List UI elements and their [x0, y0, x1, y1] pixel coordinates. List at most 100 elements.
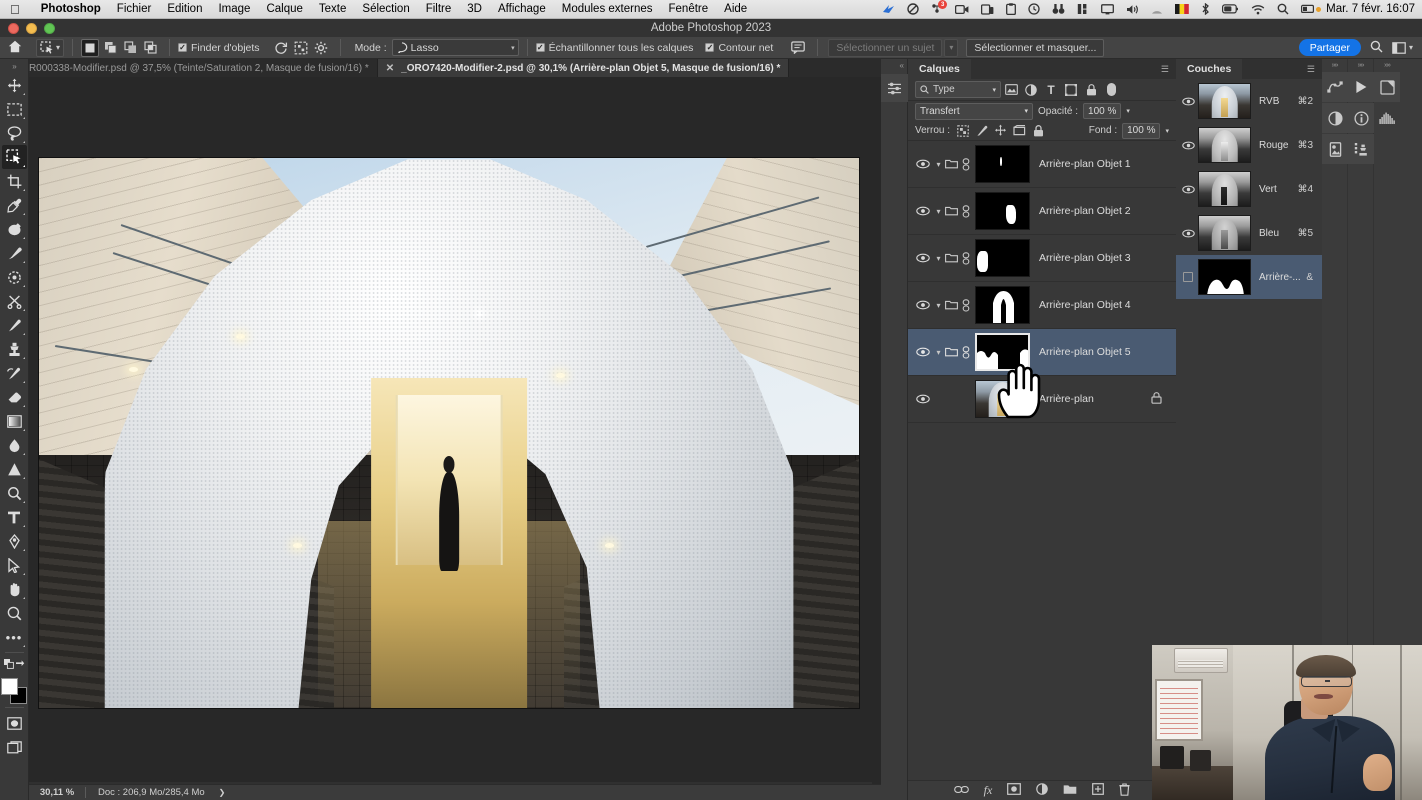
- brush-tool-icon[interactable]: [2, 241, 27, 265]
- eraser-tool-icon[interactable]: [2, 385, 27, 409]
- battery-icon[interactable]: [1222, 4, 1239, 14]
- tab-calques[interactable]: Calques: [908, 59, 971, 79]
- clone-source-panel-icon[interactable]: [1348, 134, 1374, 164]
- checkbox-box[interactable]: [178, 43, 188, 52]
- menu-bar-clock[interactable]: Mar. 7 févr. 16:07: [1326, 3, 1415, 15]
- layer-mask-thumbnail[interactable]: [975, 192, 1030, 230]
- layer-name[interactable]: Arrière-plan Objet 1: [1039, 158, 1131, 170]
- list-item[interactable]: Bleu ⌘5: [1176, 211, 1322, 255]
- menu-image[interactable]: Image: [210, 3, 258, 15]
- double-chevron-icon[interactable]: »»: [1348, 62, 1373, 72]
- panel-menu-icon[interactable]: ☰: [1307, 65, 1315, 74]
- eye-icon[interactable]: [913, 159, 933, 169]
- sample-all-layers-checkbox[interactable]: Échantillonner tous les calques: [535, 42, 693, 54]
- share-button[interactable]: Partager: [1298, 39, 1361, 56]
- layer-mask-thumbnail[interactable]: [975, 239, 1030, 277]
- move-tool-icon[interactable]: [2, 73, 27, 97]
- pen-tool-icon[interactable]: [2, 529, 27, 553]
- notifications-icon[interactable]: 3: [931, 0, 948, 15]
- image-filter-icon[interactable]: [1001, 81, 1021, 99]
- hard-edge-checkbox[interactable]: Contour net: [705, 42, 773, 54]
- zoom-tool-icon[interactable]: [2, 601, 27, 625]
- table-row[interactable]: ▾ Arrière-plan Objet 2: [908, 188, 1176, 235]
- document-tab-2[interactable]: ✕ _ORO7420-Modifier-2.psd @ 30,1% (Arriè…: [377, 59, 790, 77]
- chevron-down-icon[interactable]: ▾: [992, 86, 996, 94]
- menu-3d[interactable]: 3D: [459, 3, 490, 15]
- menu-affichage[interactable]: Affichage: [490, 3, 554, 15]
- binoculars-icon[interactable]: [1052, 3, 1065, 15]
- layer-name[interactable]: Arrière-plan Objet 5: [1039, 346, 1131, 358]
- patch-tool-icon[interactable]: [2, 265, 27, 289]
- double-chevron-icon[interactable]: »: [12, 61, 17, 73]
- fill-value[interactable]: 100 %: [1122, 122, 1161, 139]
- close-button[interactable]: [8, 23, 19, 34]
- opacity-value[interactable]: 100 %: [1083, 103, 1122, 119]
- history-brush-tool-icon[interactable]: [2, 361, 27, 385]
- rectangular-marquee-tool-icon[interactable]: [2, 97, 27, 121]
- menu-aide[interactable]: Aide: [716, 3, 755, 15]
- delete-layer-icon[interactable]: [1119, 782, 1130, 799]
- list-item[interactable]: Vert ⌘4: [1176, 167, 1322, 211]
- document-canvas-image[interactable]: [38, 157, 860, 709]
- table-row[interactable]: Arrière-plan: [908, 376, 1176, 423]
- layer-name[interactable]: Arrière-plan Objet 4: [1039, 299, 1131, 311]
- zoom-button[interactable]: [44, 23, 55, 34]
- link-icon[interactable]: [959, 204, 972, 218]
- chevron-down-icon[interactable]: ▾: [933, 207, 944, 216]
- eye-icon[interactable]: [1180, 185, 1196, 194]
- menu-calque[interactable]: Calque: [258, 3, 310, 15]
- link-icon[interactable]: [959, 345, 972, 359]
- intersect-selection-icon[interactable]: [141, 39, 159, 57]
- adjustments-panel-icon[interactable]: [1322, 103, 1348, 133]
- clipboard-icon[interactable]: [1006, 3, 1017, 15]
- actions-panel-icon[interactable]: [1348, 72, 1374, 102]
- lasso-tool-icon[interactable]: [2, 121, 27, 145]
- filter-toggle-icon[interactable]: [1107, 83, 1116, 96]
- adjustments-sliders-icon[interactable]: [881, 74, 908, 102]
- active-tool-preset-picker[interactable]: ▾: [36, 38, 65, 57]
- chevron-down-icon[interactable]: ▾: [1024, 107, 1028, 115]
- channel-thumbnail[interactable]: [1198, 171, 1251, 207]
- list-item[interactable]: RVB ⌘2: [1176, 79, 1322, 123]
- subtract-from-selection-icon[interactable]: [121, 39, 139, 57]
- chevron-down-icon[interactable]: ▾: [933, 301, 944, 310]
- menu-selection[interactable]: Sélection: [354, 3, 417, 15]
- checkbox-box[interactable]: [705, 43, 715, 52]
- layer-style-fx-icon[interactable]: fx: [984, 783, 993, 798]
- chevron-right-icon[interactable]: ❯: [205, 788, 226, 797]
- burn-tool-icon[interactable]: [2, 481, 27, 505]
- quick-mask-icon[interactable]: [2, 711, 27, 735]
- menu-texte[interactable]: Texte: [311, 3, 355, 15]
- lock-position-icon[interactable]: [994, 124, 1007, 138]
- workspace-switcher[interactable]: ▾: [1392, 41, 1413, 54]
- double-chevron-icon[interactable]: »»: [1374, 62, 1400, 72]
- eye-icon[interactable]: [913, 206, 933, 216]
- clock-icon[interactable]: [1028, 3, 1040, 15]
- close-icon[interactable]: ✕: [386, 63, 394, 74]
- hand-tool-icon[interactable]: [2, 577, 27, 601]
- object-finder-checkbox[interactable]: Finder d'objets: [178, 42, 260, 54]
- no-entry-icon[interactable]: [907, 3, 919, 15]
- double-chevron-left-icon[interactable]: «: [881, 59, 907, 70]
- tab-couches[interactable]: Couches: [1176, 59, 1243, 79]
- link-layers-icon[interactable]: [953, 785, 969, 797]
- channel-thumbnail[interactable]: [1198, 127, 1251, 163]
- lock-image-icon[interactable]: [975, 124, 988, 138]
- screen-mode-icon[interactable]: [2, 735, 27, 759]
- new-group-icon[interactable]: [1063, 784, 1077, 798]
- more-tools-icon[interactable]: •••: [2, 625, 27, 649]
- histogram-panel-icon[interactable]: [1374, 103, 1400, 133]
- eye-icon[interactable]: [913, 300, 933, 310]
- belgium-flag-icon[interactable]: [1175, 4, 1189, 14]
- blur-tool-icon[interactable]: [2, 433, 27, 457]
- eye-icon[interactable]: [1180, 97, 1196, 106]
- list-item[interactable]: Rouge ⌘3: [1176, 123, 1322, 167]
- blend-mode-select[interactable]: Transfert ▾: [915, 102, 1033, 120]
- overlay-options-icon[interactable]: [292, 39, 310, 57]
- clone-stamp-tool-icon[interactable]: [2, 337, 27, 361]
- adjustment-filter-icon[interactable]: [1021, 81, 1041, 99]
- bird-icon[interactable]: [882, 3, 895, 15]
- canvas-area[interactable]: [29, 77, 881, 800]
- default-colors-icon[interactable]: [3, 656, 14, 674]
- info-panel-icon[interactable]: [1348, 103, 1374, 133]
